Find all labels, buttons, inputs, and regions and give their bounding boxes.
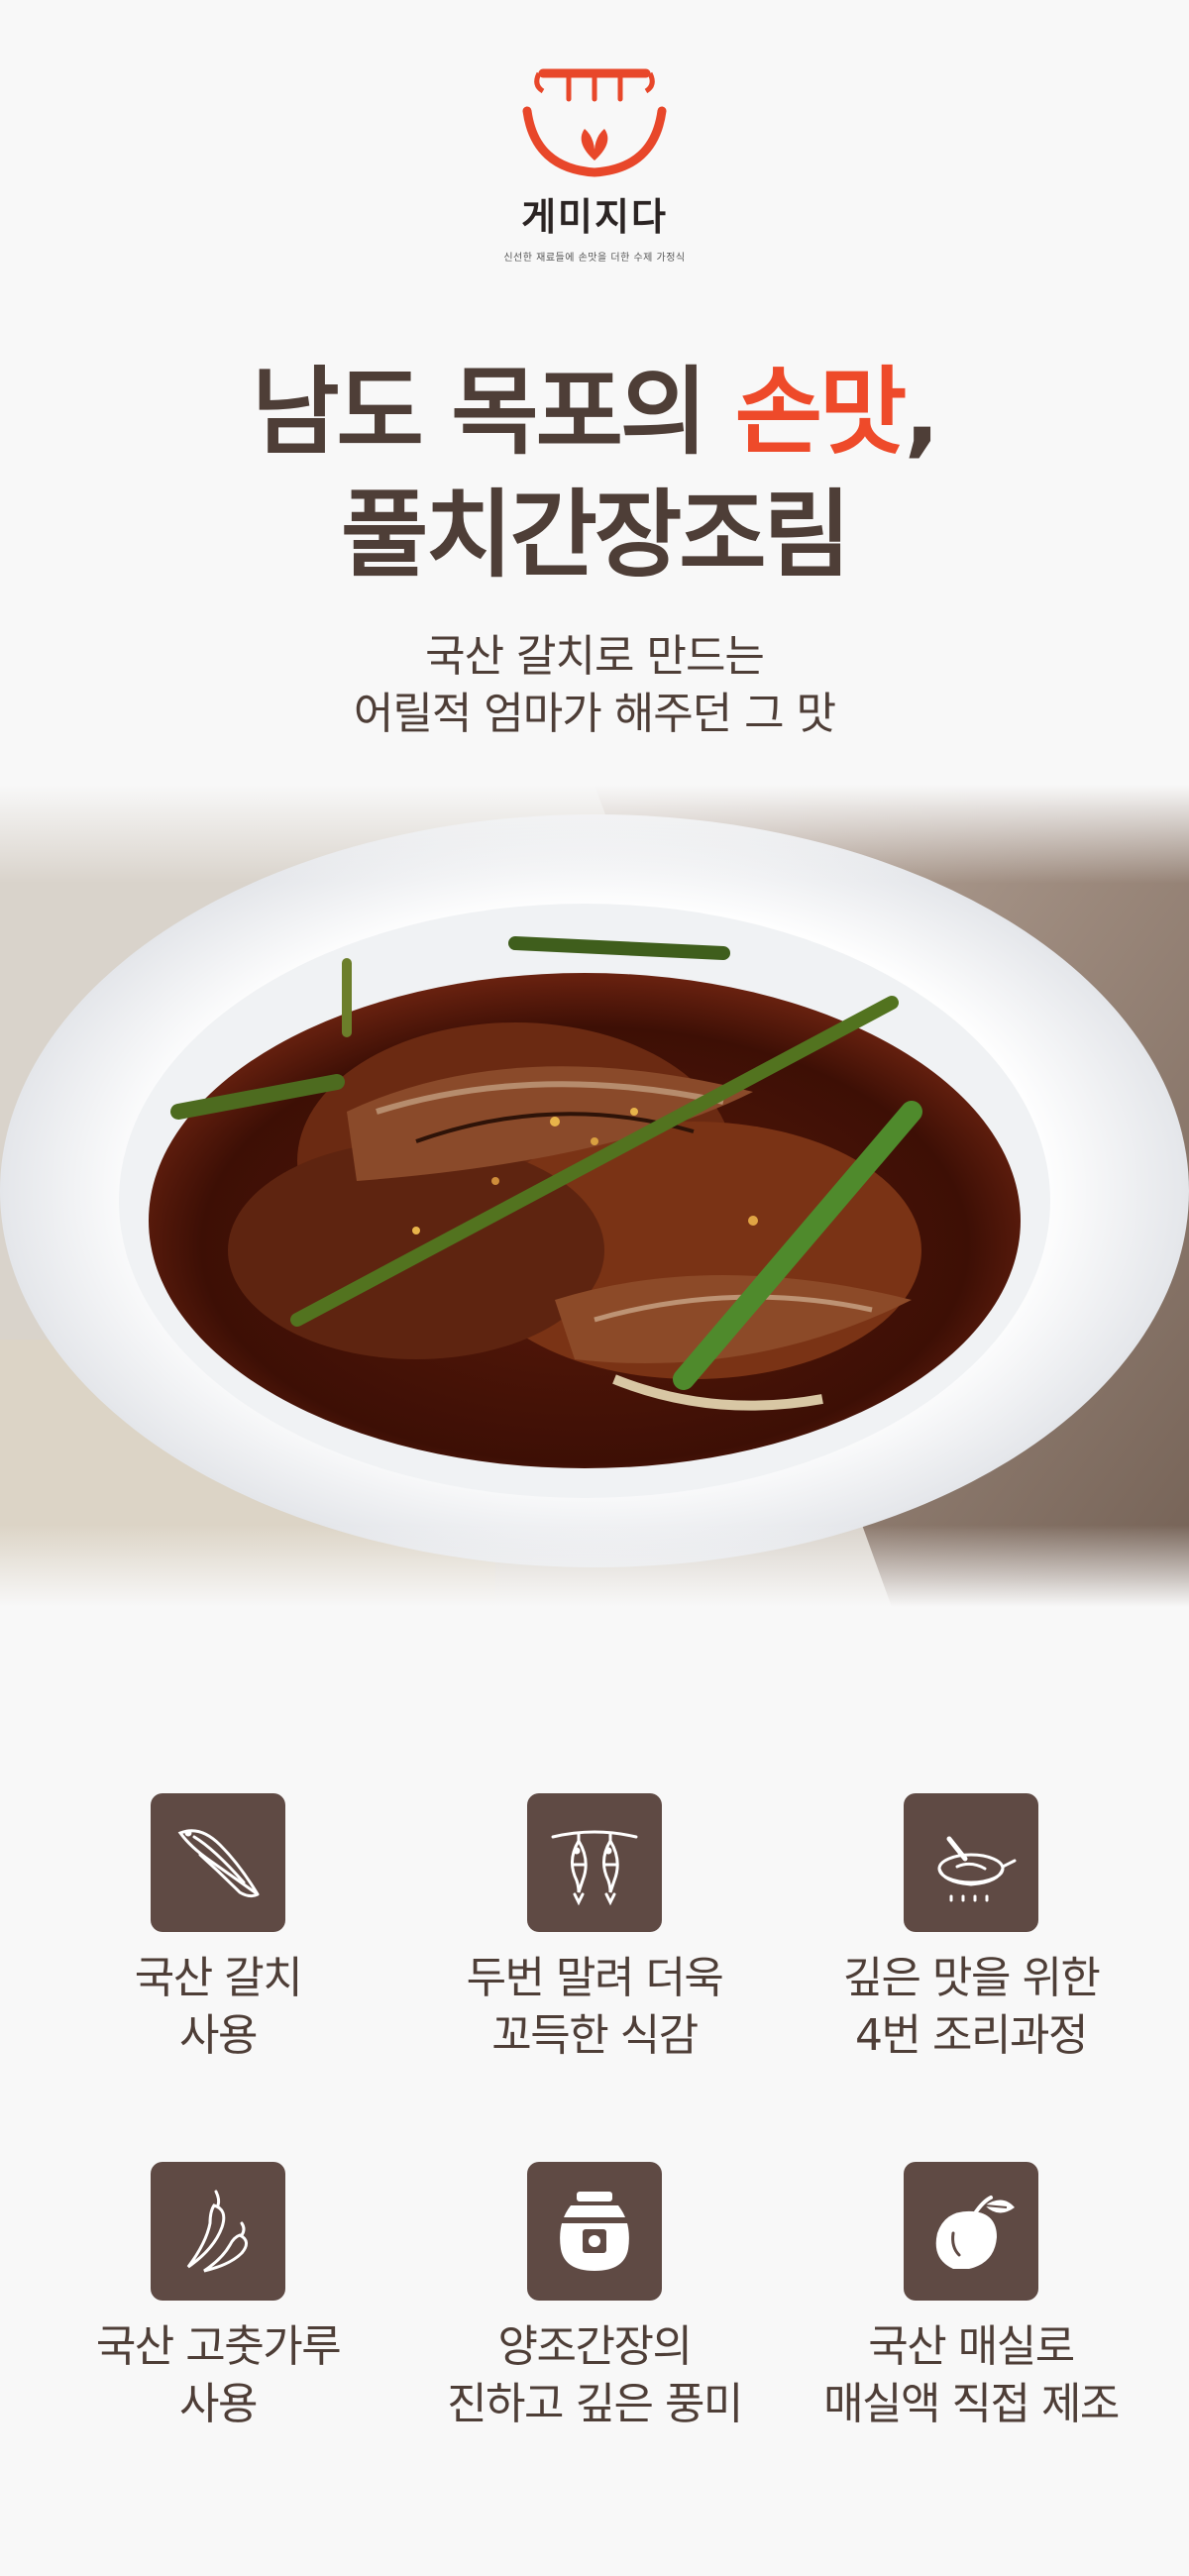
feature-line1: 국산 고춧가루 [95, 2321, 342, 2372]
hero-title-accent: 손맛 [734, 357, 908, 468]
feature-line2: 4번 조리과정 [855, 2010, 1088, 2061]
feature-line1: 두번 말려 더욱 [466, 1953, 724, 2003]
hero-title-prefix: 남도 목포의 [252, 357, 735, 468]
hero-subtitle-line1: 국산 갈치로 만드는 [425, 631, 765, 682]
hero-title-line1: 남도 목포의 손맛, [0, 335, 1189, 473]
feature-item-cooking: 깊은 맛을 위한 4번 조리과정 [783, 1793, 1159, 2065]
drying-fish-icon [527, 1793, 662, 1932]
hero-title-suffix: , [904, 357, 940, 468]
chili-pepper-icon [151, 2162, 285, 2301]
feature-item-plum: 국산 매실로 매실액 직접 제조 [783, 2162, 1159, 2433]
feature-item-drying: 두번 말려 더욱 꼬득한 식감 [406, 1793, 783, 2065]
feature-text: 양조간장의 진하고 깊은 풍미 [447, 2318, 743, 2433]
feature-text: 깊은 맛을 위한 4번 조리과정 [842, 1950, 1101, 2065]
feature-text: 국산 고춧가루 사용 [95, 2318, 342, 2433]
feature-line1: 국산 매실로 [868, 2321, 1075, 2372]
feature-line2: 진하고 깊은 풍미 [447, 2379, 743, 2429]
feature-line1: 깊은 맛을 위한 [842, 1953, 1101, 2003]
feature-line2: 사용 [179, 2010, 258, 2061]
feature-item-chili: 국산 고춧가루 사용 [30, 2162, 406, 2433]
frying-pan-icon [904, 1793, 1038, 1932]
feature-line1: 양조간장의 [497, 2321, 693, 2372]
feature-text: 국산 갈치 사용 [134, 1950, 303, 2065]
braised-fish-dish-photo [0, 785, 1189, 1607]
feature-line1: 국산 갈치 [134, 1953, 303, 2003]
hero-subtitle-line2: 어릴적 엄마가 해주던 그 맛 [353, 689, 836, 739]
feature-item-soy: 양조간장의 진하고 깊은 풍미 [406, 2162, 783, 2433]
feature-item-hairtail: 국산 갈치 사용 [30, 1793, 406, 2065]
brand-logo: 게미지다 신선한 재료들에 손맛을 더한 수제 가정식 [0, 65, 1189, 264]
brand-name: 게미지다 [521, 194, 668, 239]
hairtail-fish-icon [151, 1793, 285, 1932]
hero-title-line2: 풀치간장조림 [341, 480, 851, 590]
pot-with-leaf-icon [522, 68, 667, 177]
brand-tagline: 신선한 재료들에 손맛을 더한 수제 가정식 [503, 253, 686, 264]
feature-line2: 사용 [179, 2379, 258, 2429]
plum-icon [904, 2162, 1038, 2301]
feature-line2: 매실액 직접 제조 [823, 2379, 1120, 2429]
feature-text: 국산 매실로 매실액 직접 제조 [823, 2318, 1120, 2433]
feature-text: 두번 말려 더욱 꼬득한 식감 [466, 1950, 724, 2065]
feature-line2: 꼬득한 식감 [491, 2010, 699, 2061]
soy-sauce-jar-icon [527, 2162, 662, 2301]
